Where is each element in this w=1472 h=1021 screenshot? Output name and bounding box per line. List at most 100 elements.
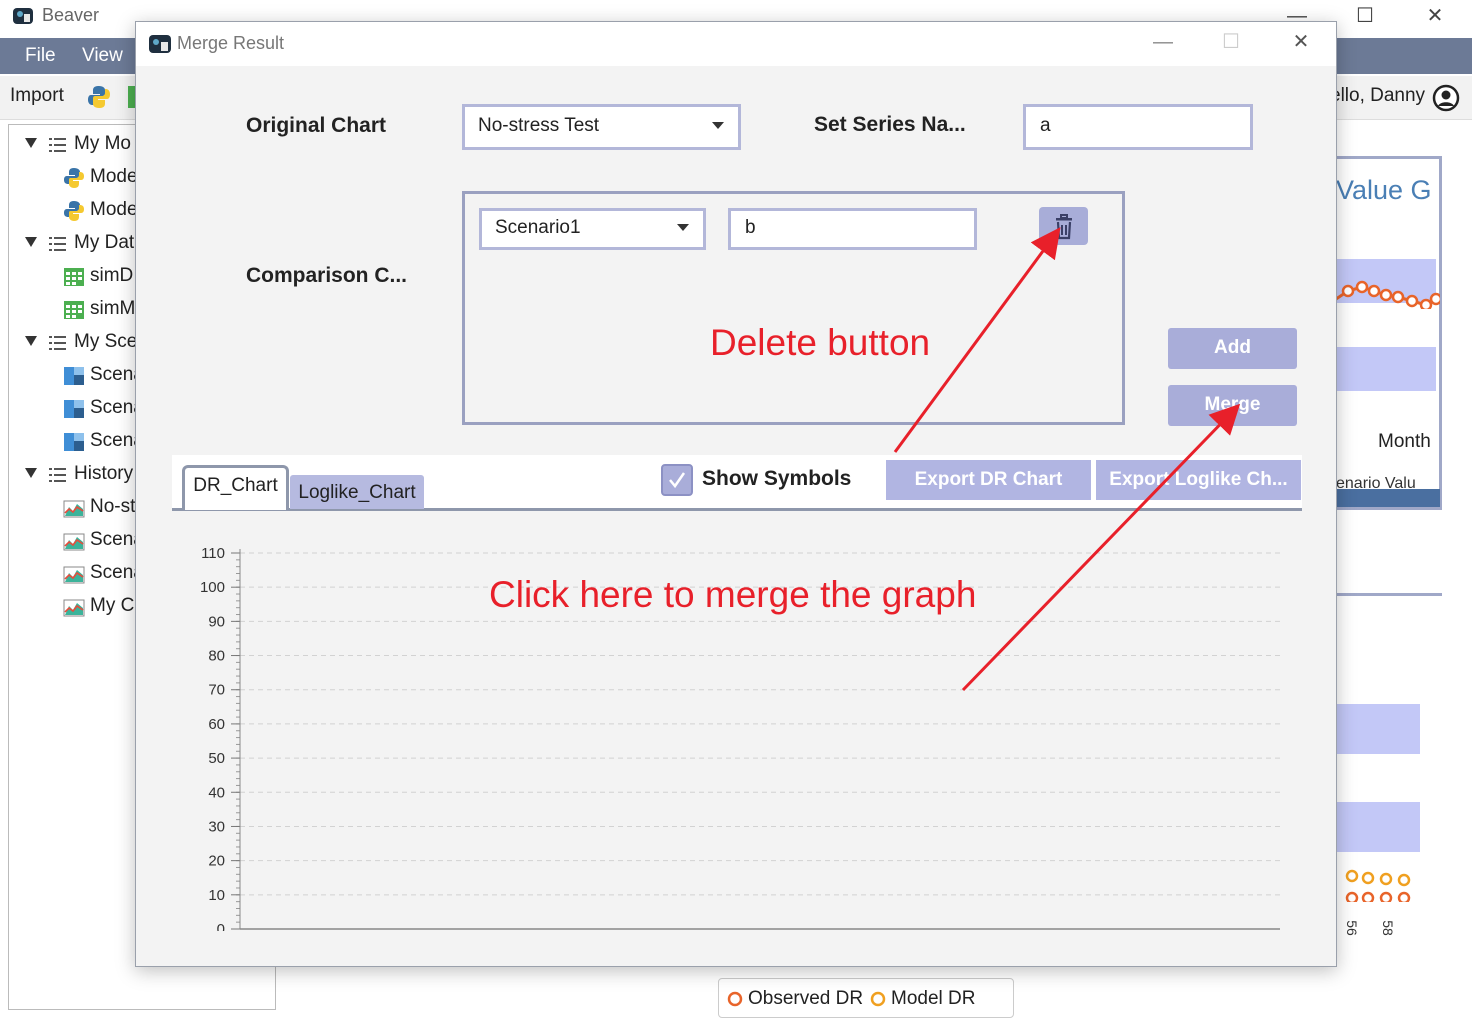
dialog-title: Merge Result bbox=[177, 33, 285, 53]
background-series-line-2 bbox=[1345, 869, 1411, 902]
show-symbols-label: Show Symbols bbox=[702, 467, 852, 490]
tab-dr-chart[interactable]: DR_Chart bbox=[182, 465, 289, 510]
set-series-name-label: Set Series Na... bbox=[814, 113, 966, 136]
dialog-titlebar: Merge Result — ☐ ✕ bbox=[136, 22, 1336, 66]
expand-arrow-icon[interactable] bbox=[25, 138, 37, 148]
y-tick-label: 50 bbox=[208, 750, 225, 767]
tree-item-label: My C bbox=[90, 595, 135, 616]
expand-arrow-icon[interactable] bbox=[25, 336, 37, 346]
chart-tab-strip: DR_Chart Loglike_Chart Show Symbols Expo… bbox=[172, 455, 1302, 511]
comparison-scenario-combo[interactable]: Scenario1 bbox=[479, 208, 706, 250]
python-icon bbox=[64, 201, 84, 221]
y-tick-label: 70 bbox=[208, 682, 225, 699]
main-maximize-button[interactable]: ☐ bbox=[1342, 0, 1388, 34]
comparison-list: Scenario1 b bbox=[462, 191, 1125, 425]
dialog-close-button[interactable]: ✕ bbox=[1278, 26, 1324, 60]
merge-result-dialog: Merge Result — ☐ ✕ Original Chart No-str… bbox=[135, 21, 1337, 967]
list-icon bbox=[49, 138, 66, 152]
table-icon bbox=[64, 301, 84, 319]
comparison-series-name-input[interactable]: b bbox=[728, 208, 977, 250]
y-tick-label: 100 bbox=[200, 579, 225, 596]
background-legend: Observed DR Model DR bbox=[718, 978, 1014, 1018]
tree-item-label: My Sce bbox=[74, 331, 138, 352]
y-tick-label: 10 bbox=[208, 887, 225, 904]
tree-item-label: Mode bbox=[90, 199, 138, 220]
background-x-tick: 56 bbox=[1343, 920, 1360, 936]
y-tick-label: 30 bbox=[208, 818, 225, 835]
background-series-line bbox=[1336, 280, 1440, 309]
background-chart-frame: Value G Month enario Valu bbox=[1336, 156, 1442, 510]
tree-item-label: simD bbox=[90, 265, 134, 286]
menu-file[interactable]: File bbox=[25, 45, 56, 67]
background-panel bbox=[1336, 540, 1442, 596]
add-button[interactable]: Add bbox=[1168, 328, 1297, 369]
table-icon bbox=[64, 268, 84, 286]
tab-loglike-chart[interactable]: Loglike_Chart bbox=[290, 475, 424, 509]
tree-item-label: My Mo bbox=[74, 133, 131, 154]
expand-arrow-icon[interactable] bbox=[25, 468, 37, 478]
menu-view[interactable]: View bbox=[82, 45, 123, 67]
show-symbols-checkbox[interactable] bbox=[661, 464, 693, 496]
background-scrollbar[interactable] bbox=[1336, 489, 1440, 507]
chevron-down-icon bbox=[712, 122, 724, 129]
comparison-series-name-value: b bbox=[745, 217, 756, 238]
background-band bbox=[1336, 347, 1436, 391]
background-band bbox=[1336, 704, 1420, 754]
original-chart-value: No-stress Test bbox=[478, 115, 600, 136]
trash-icon bbox=[1056, 214, 1072, 240]
comparison-scenario-value: Scenario1 bbox=[495, 217, 581, 238]
tree-item-label: simM bbox=[90, 298, 136, 319]
model-dr-legend-label: Model DR bbox=[891, 988, 976, 1009]
app-title: Beaver bbox=[42, 5, 100, 25]
list-icon bbox=[49, 468, 66, 482]
tree-item-label: History bbox=[74, 463, 134, 484]
y-tick-label: 20 bbox=[208, 853, 225, 870]
export-loglike-chart-button[interactable]: Export Loglike Ch... bbox=[1096, 460, 1301, 500]
scenario-icon bbox=[64, 400, 84, 418]
export-dr-chart-button[interactable]: Export DR Chart bbox=[886, 460, 1091, 500]
list-icon bbox=[49, 237, 66, 251]
tree-item-label: No-st bbox=[90, 496, 136, 517]
tree-item-label: Mode bbox=[90, 166, 138, 187]
y-tick-label: 0 bbox=[217, 921, 225, 931]
y-tick-label: 90 bbox=[208, 613, 225, 630]
python-icon[interactable] bbox=[86, 84, 112, 110]
list-icon bbox=[49, 336, 66, 350]
tree-item-label: My Dat bbox=[74, 232, 135, 253]
background-chart-title: Value G bbox=[1336, 175, 1432, 205]
checkmark-icon bbox=[669, 472, 686, 489]
observed-dr-legend-label: Observed DR bbox=[748, 988, 864, 1009]
chart-icon bbox=[63, 500, 85, 518]
user-greeting: ello, Danny bbox=[1330, 85, 1426, 106]
y-tick-label: 80 bbox=[208, 648, 225, 665]
original-chart-combo[interactable]: No-stress Test bbox=[462, 104, 741, 150]
import-label: Import bbox=[10, 85, 64, 106]
y-tick-label: 40 bbox=[208, 784, 225, 801]
background-band bbox=[1336, 802, 1420, 852]
dialog-minimize-button[interactable]: — bbox=[1140, 26, 1186, 60]
original-chart-label: Original Chart bbox=[246, 114, 387, 137]
dialog-maximize-button[interactable]: ☐ bbox=[1208, 26, 1254, 60]
background-axis-label: Month bbox=[1378, 431, 1431, 452]
merge-button[interactable]: Merge bbox=[1168, 385, 1297, 426]
scenario-icon bbox=[64, 367, 84, 385]
comparison-chart-label: Comparison C... bbox=[246, 264, 408, 287]
beaver-app-icon bbox=[13, 8, 33, 24]
model-dr-legend-icon bbox=[870, 991, 886, 1007]
chevron-down-icon bbox=[677, 224, 689, 231]
main-close-button[interactable]: ✕ bbox=[1412, 0, 1458, 34]
merge-annotation: Click here to merge the graph bbox=[489, 574, 977, 615]
user-avatar-icon[interactable] bbox=[1432, 84, 1460, 112]
chart-icon bbox=[63, 566, 85, 584]
observed-dr-legend-icon bbox=[727, 991, 743, 1007]
series-name-input[interactable]: a bbox=[1023, 104, 1253, 150]
y-tick-label: 110 bbox=[201, 545, 225, 562]
scenario-icon bbox=[64, 433, 84, 451]
chart-icon bbox=[63, 533, 85, 551]
chart-icon bbox=[63, 599, 85, 617]
expand-arrow-icon[interactable] bbox=[25, 237, 37, 247]
delete-button[interactable] bbox=[1039, 207, 1088, 245]
series-name-value: a bbox=[1040, 115, 1051, 136]
background-chart-panel: Value G Month enario Valu 56 58 bbox=[1336, 150, 1472, 1020]
beaver-app-icon bbox=[149, 35, 171, 53]
